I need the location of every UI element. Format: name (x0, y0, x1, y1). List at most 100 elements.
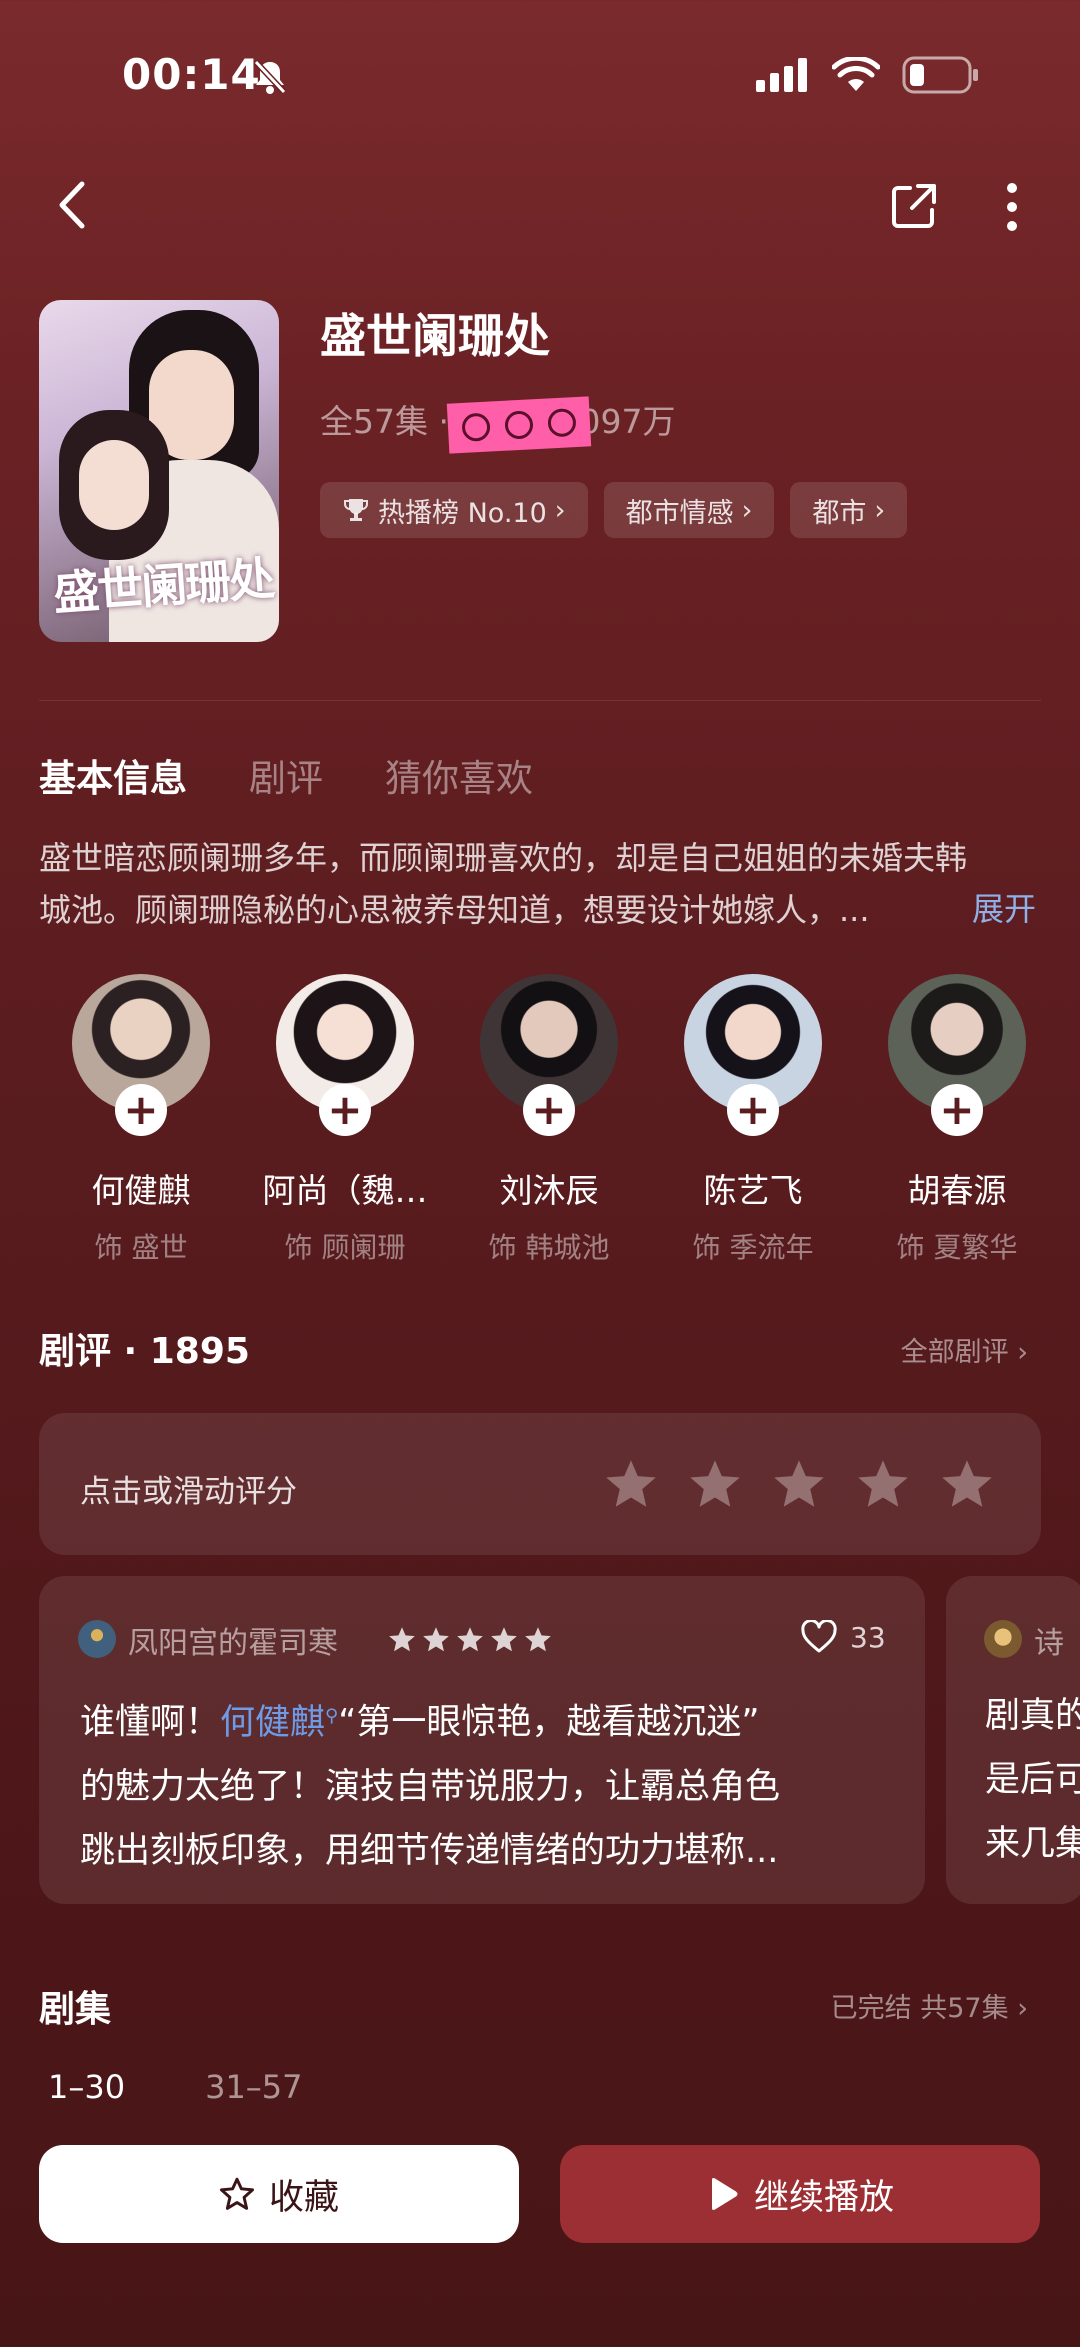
star-icon (457, 1627, 483, 1652)
battery-icon (902, 56, 978, 94)
tag-label: 热播榜 No.10 (378, 497, 547, 529)
play-label: 继续播放 (753, 2177, 894, 2218)
cast-role: 饰 盛世 (94, 1231, 188, 1264)
more-vertical-icon (1007, 183, 1017, 231)
review-text-line-3: 来几集 (985, 1824, 1080, 1864)
star-outline-icon (219, 2177, 254, 2210)
episodes-title: 剧集 (39, 1989, 112, 2030)
more-button[interactable] (1000, 182, 1024, 232)
review-text-line-3: 跳出刻板印象，用细节传递情绪的功力堪称... (80, 1830, 779, 1871)
cast-name: 何健麒 (91, 1171, 191, 1210)
cast-member[interactable]: + 胡春源 饰 夏繁华 (855, 974, 1059, 1266)
continue-play-button[interactable]: 继续播放 (560, 2145, 1040, 2243)
cast-avatar: + (888, 974, 1026, 1136)
actor-mention-link[interactable]: 何健麒⚲ (220, 1703, 338, 1743)
actor-mention-label: 何健麒 (220, 1702, 326, 1743)
share-button[interactable] (890, 182, 938, 230)
star-icon (389, 1627, 415, 1652)
tab-reviews[interactable]: 剧评 (249, 748, 323, 802)
star-icon (491, 1627, 517, 1652)
synopsis-line-2: 城池。顾阑珊隐秘的心思被养母知道，想要设计她嫁人，... (39, 891, 870, 929)
review-text: 谁懂啊！何健麒⚲“第一眼惊艳，越看越沉迷” 的魅力太绝了！演技自带说服力，让霸总… (80, 1684, 910, 1883)
episode-range-1-30[interactable]: 1–30 (48, 2068, 125, 2106)
review-text-line-2: 是后可 (985, 1760, 1080, 1800)
rating-prompt: 点击或滑动评分 (80, 1474, 297, 1510)
cast-avatar: + (276, 974, 414, 1136)
rating-stars[interactable] (604, 1458, 994, 1510)
share-icon (892, 184, 936, 228)
episodes-status: 已完结 共57集 (830, 1993, 1009, 2024)
cast-avatar: + (684, 974, 822, 1136)
episode-range-31-57[interactable]: 31–57 (205, 2068, 302, 2106)
episodes-status-link[interactable]: 已完结 共57集 › (831, 1986, 1028, 2025)
back-button[interactable] (52, 178, 92, 232)
cast-name: 胡春源 (907, 1171, 1007, 1210)
favorite-button[interactable]: 收藏 (39, 2145, 519, 2243)
like-button[interactable]: 33 (800, 1620, 886, 1654)
like-count: 33 (850, 1620, 886, 1654)
tag-genre[interactable]: 都市情感 › (603, 482, 775, 538)
user-avatar (78, 1620, 116, 1658)
follow-plus-icon[interactable]: + (931, 1084, 983, 1136)
cast-list: + 何健麒 饰 盛世 + 阿尚（魏… 饰 顾阑珊 + 刘沐辰 饰 韩城池 + 陈… (39, 974, 1059, 1266)
reviews-title: 剧评 · 1895 (39, 1331, 250, 1372)
all-reviews-link[interactable]: 全部剧评 › (901, 1330, 1028, 1369)
expand-link[interactable]: 展开 (972, 884, 1036, 930)
episode-range-tabs: 1–30 31–57 (48, 2068, 303, 2106)
review-stars (388, 1626, 552, 1653)
signal-icon (756, 58, 807, 92)
user-avatar (984, 1620, 1022, 1658)
star-icon[interactable] (772, 1458, 826, 1510)
tag-label: 都市 (812, 497, 867, 529)
search-icon: ⚲ (325, 1705, 339, 1726)
star-icon[interactable] (940, 1458, 994, 1510)
heart-icon (801, 1620, 837, 1653)
follow-plus-icon[interactable]: + (727, 1084, 779, 1136)
follow-plus-icon[interactable]: + (523, 1084, 575, 1136)
review-text-prefix: 谁懂啊！ (80, 1702, 221, 1743)
drama-poster[interactable]: 盛世阑珊处 (39, 300, 279, 642)
star-icon (525, 1627, 551, 1652)
tag-ranking[interactable]: 热播榜 No.10 › (320, 482, 588, 538)
star-icon[interactable] (856, 1458, 910, 1510)
play-icon (711, 2178, 738, 2210)
chevron-right-icon: › (554, 494, 566, 526)
tag-list: 热播榜 No.10 › 都市情感 › 都市 › (320, 482, 908, 538)
review-username: 诗 (1034, 1626, 1064, 1661)
review-text-line-2: 的魅力太绝了！演技自带说服力，让霸总角色 (80, 1766, 781, 1807)
all-reviews-label: 全部剧评 (900, 1337, 1009, 1368)
follow-plus-icon[interactable]: + (115, 1084, 167, 1136)
cast-role: 饰 韩城池 (488, 1231, 610, 1264)
favorite-label: 收藏 (268, 2177, 339, 2218)
synopsis: 盛世暗恋顾阑珊多年，而顾阑珊喜欢的，却是自己姐姐的未婚夫韩 城池。顾阑珊隐秘的心… (39, 832, 1049, 936)
tag-category[interactable]: 都市 › (790, 482, 908, 538)
drama-title: 盛世阑珊处 (320, 309, 550, 363)
cast-name: 陈艺飞 (703, 1171, 803, 1210)
review-text-line-1: 剧真的 (985, 1696, 1080, 1736)
cast-member[interactable]: + 何健麒 饰 盛世 (39, 974, 243, 1266)
follow-plus-icon[interactable]: + (319, 1084, 371, 1136)
review-text: 剧真的 是后可 来几集 (985, 1684, 1080, 1876)
hearts-sticker (446, 396, 592, 454)
cast-member[interactable]: + 陈艺飞 饰 季流年 (651, 974, 855, 1266)
tab-basic-info[interactable]: 基本信息 (39, 748, 187, 802)
trophy-icon (344, 499, 368, 521)
chevron-left-icon (59, 181, 85, 229)
chevron-right-icon: › (874, 494, 886, 526)
cast-role: 饰 季流年 (692, 1231, 814, 1264)
cast-member[interactable]: + 阿尚（魏… 饰 顾阑珊 (243, 974, 447, 1266)
chevron-right-icon: › (741, 494, 753, 526)
cast-member[interactable]: + 刘沐辰 饰 韩城池 (447, 974, 651, 1266)
divider (39, 700, 1041, 701)
bell-muted-icon (252, 58, 288, 100)
tab-bar: 基本信息 剧评 猜你喜欢 (39, 748, 533, 802)
star-icon[interactable] (604, 1458, 658, 1510)
status-time: 00:14 (122, 50, 261, 99)
cast-avatar: + (72, 974, 210, 1136)
tab-recommendations[interactable]: 猜你喜欢 (385, 748, 533, 802)
cast-avatar: + (480, 974, 618, 1136)
review-username: 凤阳宫的霍司寒 (128, 1626, 338, 1661)
cast-role: 饰 顾阑珊 (284, 1231, 406, 1264)
star-icon[interactable] (688, 1458, 742, 1510)
review-text-quote: “第一眼惊艳，越看越沉迷” (338, 1702, 760, 1743)
